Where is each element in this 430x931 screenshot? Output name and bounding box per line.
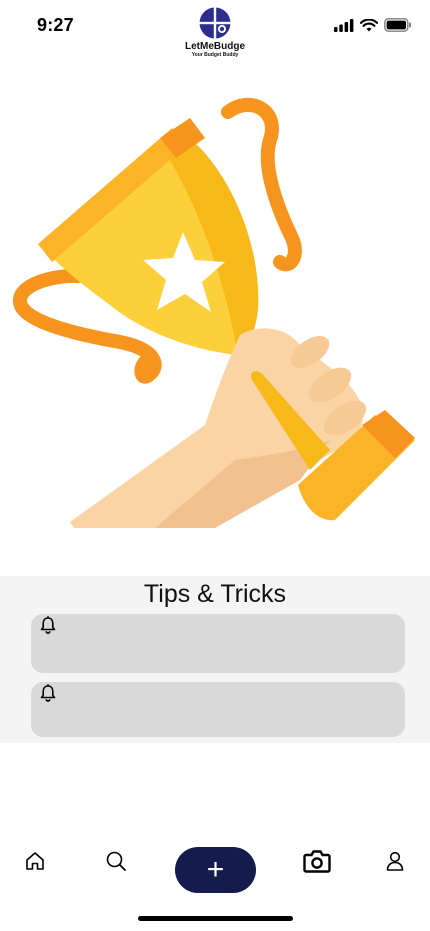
tab-camera[interactable] <box>303 848 331 874</box>
bell-icon <box>40 616 56 634</box>
tab-home[interactable] <box>24 850 46 872</box>
add-button-label: + <box>206 853 225 886</box>
tips-title: Tips & Tricks <box>143 580 287 608</box>
tips-section: Tips & Tricks <box>0 576 430 743</box>
camera-icon <box>303 850 331 873</box>
tab-profile[interactable] <box>384 850 406 872</box>
bottom-tab-bar: + <box>0 840 430 900</box>
tip-card[interactable] <box>31 682 405 737</box>
tip-card[interactable] <box>31 614 405 673</box>
trophy-in-hand-illustration <box>13 97 415 528</box>
app-tagline: Your Budget Buddy <box>191 52 239 58</box>
profile-icon <box>386 851 404 871</box>
home-indicator <box>138 916 293 921</box>
bell-icon <box>40 684 56 702</box>
home-icon <box>26 852 44 870</box>
search-icon <box>106 851 126 871</box>
app-logo: LetMeBudge Your Budget Buddy <box>0 6 430 58</box>
app-name: LetMeBudge <box>185 41 245 52</box>
tab-search[interactable] <box>105 850 127 872</box>
logo-mark-icon <box>198 6 232 40</box>
add-button[interactable]: + <box>175 847 256 893</box>
